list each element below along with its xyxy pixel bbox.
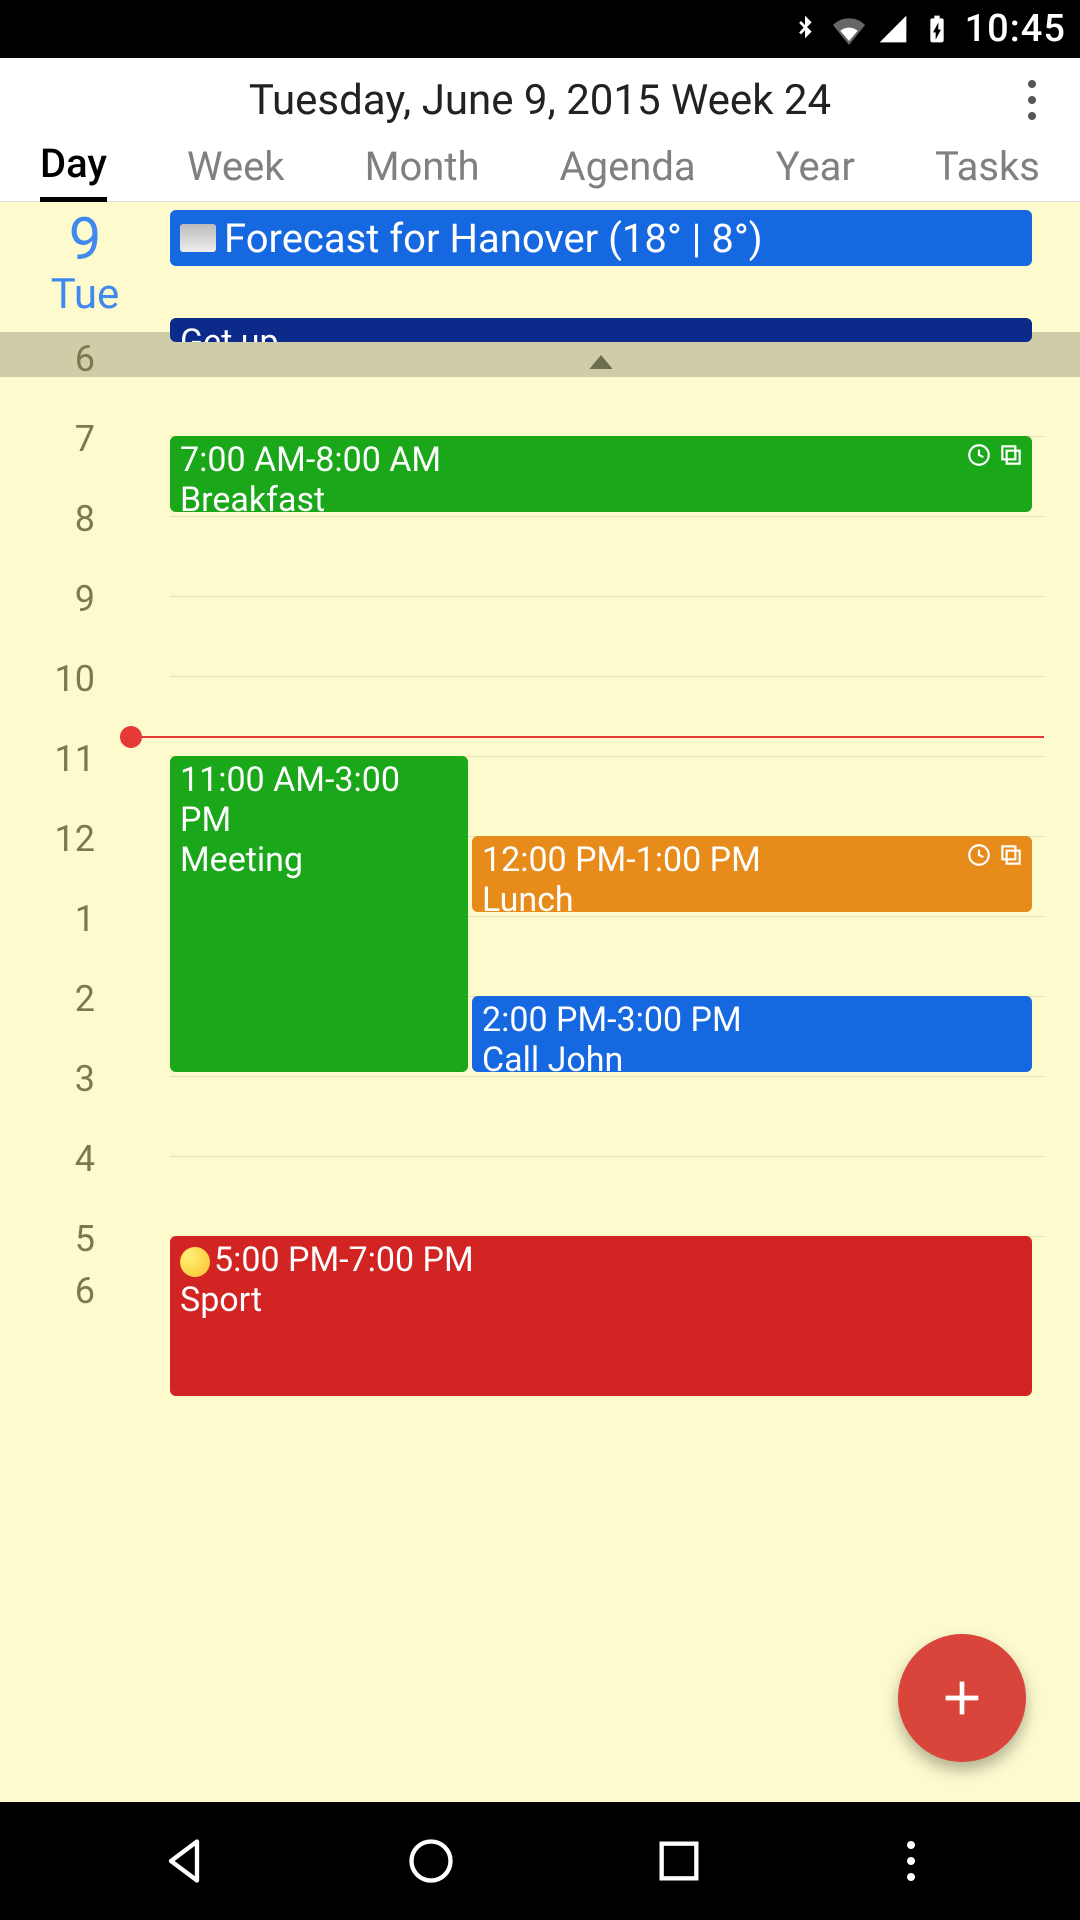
event-title: Lunch [482,880,1022,912]
event-breakfast[interactable]: 7:00 AM-8:00 AM Breakfast [170,436,1032,512]
event-lunch[interactable]: 12:00 PM-1:00 PM Lunch [472,836,1032,912]
nav-home-button[interactable] [401,1831,461,1891]
hour-label: 8 [0,498,125,540]
page-title: Tuesday, June 9, 2015 Week 24 [249,76,831,125]
nav-recents-button[interactable] [649,1831,709,1891]
event-title: Breakfast [180,480,1022,512]
hour-label: 2 [0,978,125,1020]
event-title: Meeting [180,840,458,880]
hour-grid[interactable]: Get up 6 7 8 9 10 11 12 [0,332,1080,1802]
now-indicator [120,736,1044,738]
event-time: 12:00 PM-1:00 PM [482,840,1022,880]
hour-label: 6 [0,1270,125,1312]
event-getup[interactable]: Get up [170,318,1032,342]
hour-label: 3 [0,1058,125,1100]
all-day-row: 9 Tue Forecast for Hanover (18° | 8°) [0,202,1080,332]
recents-icon [653,1835,705,1887]
back-icon [158,1835,210,1887]
battery-charging-icon [921,13,953,45]
hour-line [170,596,1044,597]
tab-week[interactable]: Week [187,143,285,200]
hour-label: 5 [0,1218,125,1260]
event-title: Get up [180,322,1022,342]
event-time: 7:00 AM-8:00 AM [180,440,1022,480]
forecast-label: Forecast for Hanover (18° | 8°) [224,215,763,262]
now-dot-icon [120,726,142,748]
collapse-handle[interactable] [170,350,1032,374]
tab-tasks[interactable]: Tasks [935,143,1040,200]
tab-year[interactable]: Year [776,143,855,200]
nav-menu-button[interactable] [896,1831,926,1891]
date-indicator[interactable]: 9 Tue [0,202,170,319]
repeat-icon [998,842,1024,868]
more-vert-icon [907,1841,915,1881]
event-time: 2:00 PM-3:00 PM [482,1000,1022,1040]
overflow-menu-button[interactable] [1012,58,1052,142]
clock-icon [966,442,992,468]
cellular-icon [877,13,909,45]
hour-label: 11 [0,738,125,780]
event-time: 5:00 PM-7:00 PM [214,1240,474,1280]
hour-label: 1 [0,898,125,940]
wifi-icon [833,13,865,45]
hour-line [170,1076,1044,1077]
event-meeting[interactable]: 11:00 AM-3:00 PM Meeting [170,756,468,1072]
hour-label: 12 [0,818,125,860]
hour-label: 10 [0,658,125,700]
date-weekday: Tue [0,270,170,319]
nav-bar [0,1802,1080,1920]
hour-line [170,1156,1044,1157]
bluetooth-icon [789,13,821,45]
status-clock: 10:45 [965,7,1066,51]
event-title: Sport [180,1280,1022,1320]
event-sport[interactable]: 5:00 PM-7:00 PM Sport [170,1236,1032,1396]
date-number: 9 [0,206,170,274]
forecast-chip[interactable]: Forecast for Hanover (18° | 8°) [170,210,1032,266]
tab-month[interactable]: Month [365,143,480,200]
repeat-icon [998,442,1024,468]
tennis-ball-icon [180,1247,210,1277]
hour-label: 7 [0,418,125,460]
event-flags [966,442,1024,468]
clock-icon [966,842,992,868]
plus-icon [934,1670,990,1726]
hour-label: 4 [0,1138,125,1180]
add-event-button[interactable] [898,1634,1026,1762]
event-title: Call John [482,1040,1022,1072]
weather-icon [180,224,216,252]
tab-day[interactable]: Day [40,140,107,203]
triangle-up-icon [587,352,615,372]
app-header: Tuesday, June 9, 2015 Week 24 [0,58,1080,142]
hour-label: 6 [0,338,125,380]
more-vert-icon [1028,80,1036,120]
hour-line [170,676,1044,677]
nav-back-button[interactable] [154,1831,214,1891]
day-view[interactable]: 9 Tue Forecast for Hanover (18° | 8°) Ge… [0,202,1080,1802]
event-flags [966,842,1024,868]
event-time: 11:00 AM-3:00 PM [180,760,458,840]
tab-agenda[interactable]: Agenda [560,143,696,200]
status-bar: 10:45 [0,0,1080,58]
view-tabs: Day Week Month Agenda Year Tasks [0,142,1080,202]
hour-line [170,516,1044,517]
event-calljohn[interactable]: 2:00 PM-3:00 PM Call John [472,996,1032,1072]
hour-label: 9 [0,578,125,620]
home-icon [405,1835,457,1887]
